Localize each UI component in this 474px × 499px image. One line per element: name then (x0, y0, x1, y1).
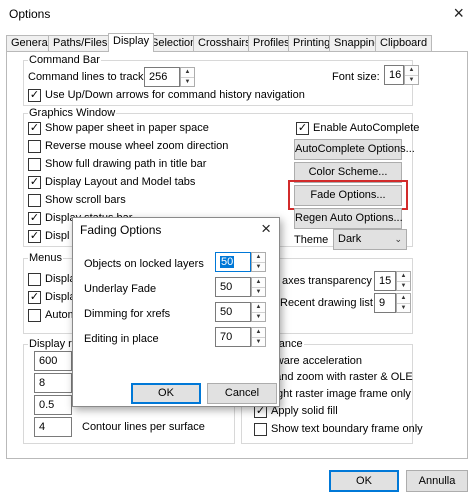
label-menus-2: Displa (45, 291, 76, 303)
dialog-ok-button[interactable]: OK (131, 383, 201, 404)
spin-up-icon[interactable]: ▲ (252, 328, 265, 337)
resolution-field-2[interactable]: 8 (34, 373, 72, 393)
font-size-label: Font size: (332, 71, 380, 83)
resolution-field-4[interactable]: 4 (34, 417, 72, 437)
ok-button[interactable]: OK (329, 470, 399, 492)
tab-paths-files[interactable]: Paths/Files (48, 35, 113, 51)
font-size-input[interactable]: 16 (384, 65, 404, 85)
label-apply-solid-fill: Apply solid fill (271, 405, 338, 417)
checkbox-scroll-bars[interactable] (28, 194, 41, 207)
spin-down-icon[interactable]: ▼ (181, 77, 194, 86)
updown-checkbox[interactable]: ✓ (28, 89, 41, 102)
spin-down-icon[interactable]: ▼ (252, 337, 265, 346)
spin-down-icon[interactable]: ▼ (252, 262, 265, 271)
spin-down-icon[interactable]: ▼ (252, 312, 265, 321)
resolution-field-1[interactable]: 600 (34, 351, 72, 371)
label-highlight-raster: hlight raster image frame only (266, 388, 411, 400)
label-editing-in-place: Editing in place (84, 333, 159, 345)
contour-lines-label: Contour lines per surface (82, 421, 205, 433)
checkbox-menus-3[interactable] (28, 309, 41, 322)
label-pan-zoom-raster: n and zoom with raster & OLE (266, 371, 413, 383)
theme-select[interactable]: Dark ⌄ (333, 229, 407, 250)
close-icon[interactable]: × (261, 219, 271, 239)
checkbox-autocomplete[interactable]: ✓ (296, 122, 309, 135)
highlight-frame (288, 180, 408, 210)
label-paper-sheet: Show paper sheet in paper space (45, 122, 209, 134)
tab-crosshairs[interactable]: Crosshairs (193, 35, 256, 51)
recent-list-input[interactable]: 9 (374, 293, 396, 313)
group-title: Graphics Window (28, 107, 117, 119)
group-title: Menus (28, 252, 64, 264)
group-title: Command Bar (28, 54, 101, 66)
spin-up-icon[interactable]: ▲ (397, 272, 410, 281)
dialog-cancel-button[interactable]: Cancel (207, 383, 277, 404)
checkbox-reverse-wheel[interactable] (28, 140, 41, 153)
command-bar-group: Command Bar Command lines to track: 256 … (23, 54, 413, 106)
editing-in-place-input[interactable]: 70 (215, 327, 251, 347)
spin-down-icon[interactable]: ▼ (252, 287, 265, 296)
theme-label: Theme (294, 234, 329, 246)
spin-up-icon[interactable]: ▲ (405, 66, 418, 75)
checkbox-status-bar[interactable]: ✓ (28, 212, 41, 225)
label-text-boundary: Show text boundary frame only (271, 423, 423, 435)
spin-up-icon[interactable]: ▲ (252, 253, 265, 262)
label-hardware-acceleration: rdware acceleration (266, 355, 362, 367)
label-scroll-bars: Show scroll bars (45, 194, 126, 206)
close-icon[interactable]: × (453, 3, 464, 23)
title-bar: Options × (0, 0, 474, 28)
autocomplete-options-button[interactable]: AutoComplete Options... (294, 139, 415, 160)
checkbox-full-path[interactable] (28, 158, 41, 171)
updown-label: Use Up/Down arrows for command history n… (45, 89, 305, 101)
locked-layers-input[interactable]: 50 (215, 252, 251, 272)
chevron-down-icon: ⌄ (394, 234, 402, 244)
transparency-input[interactable]: 15 (374, 271, 396, 291)
tab-display[interactable]: Display (108, 33, 155, 52)
underlay-fade-input[interactable]: 50 (215, 277, 251, 297)
command-lines-input[interactable]: 256 (144, 67, 180, 87)
command-lines-stepper[interactable]: ▲ ▼ (180, 67, 195, 87)
command-lines-label: Command lines to track: (28, 71, 147, 83)
recent-list-stepper[interactable]: ▲ ▼ (396, 293, 411, 313)
checkbox-menus-1[interactable] (28, 273, 41, 286)
label-reverse-wheel: Reverse mouse wheel zoom direction (45, 140, 229, 152)
underlay-fade-stepper[interactable]: ▲ ▼ (251, 277, 266, 297)
checkbox-menus-2[interactable]: ✓ (28, 291, 41, 304)
label-layout-tabs: Display Layout and Model tabs (45, 176, 196, 188)
transparency-stepper[interactable]: ▲ ▼ (396, 271, 411, 291)
tab-clipboard[interactable]: Clipboard (375, 35, 433, 51)
font-size-stepper[interactable]: ▲ ▼ (404, 65, 419, 85)
xref-dimming-stepper[interactable]: ▲ ▼ (251, 302, 266, 322)
checkbox-text-boundary[interactable] (254, 423, 267, 436)
cancel-button[interactable]: Annulla (406, 470, 468, 492)
label-display-other: Displ (45, 230, 70, 242)
checkbox-paper-sheet[interactable]: ✓ (28, 122, 41, 135)
editing-in-place-stepper[interactable]: ▲ ▼ (251, 327, 266, 347)
label-menus-1: Displa (45, 273, 76, 285)
dialog-title: Fading Options (80, 223, 162, 237)
label-autocomplete: Enable AutoComplete (313, 122, 420, 134)
spin-down-icon[interactable]: ▼ (397, 281, 410, 290)
xref-dimming-input[interactable]: 50 (215, 302, 251, 322)
label-xref-dimming: Dimming for xrefs (84, 308, 171, 320)
checkbox-layout-tabs[interactable]: ✓ (28, 176, 41, 189)
label-full-path: Show full drawing path in title bar (45, 158, 207, 170)
spin-down-icon[interactable]: ▼ (405, 75, 418, 84)
label-underlay-fade: Underlay Fade (84, 283, 157, 295)
spin-down-icon[interactable]: ▼ (397, 303, 410, 312)
spin-up-icon[interactable]: ▲ (252, 278, 265, 287)
label-locked-layers: Objects on locked layers (84, 258, 204, 270)
spin-up-icon[interactable]: ▲ (181, 68, 194, 77)
spin-up-icon[interactable]: ▲ (252, 303, 265, 312)
checkbox-display-other[interactable]: ✓ (28, 230, 41, 243)
fading-options-dialog: Fading Options × Objects on locked layer… (72, 217, 280, 407)
resolution-field-3[interactable]: 0.5 (34, 395, 72, 415)
locked-layers-stepper[interactable]: ▲ ▼ (251, 252, 266, 272)
window-title: Options (9, 7, 51, 21)
regen-auto-options-button[interactable]: Regen Auto Options... (294, 208, 403, 229)
spin-up-icon[interactable]: ▲ (397, 294, 410, 303)
